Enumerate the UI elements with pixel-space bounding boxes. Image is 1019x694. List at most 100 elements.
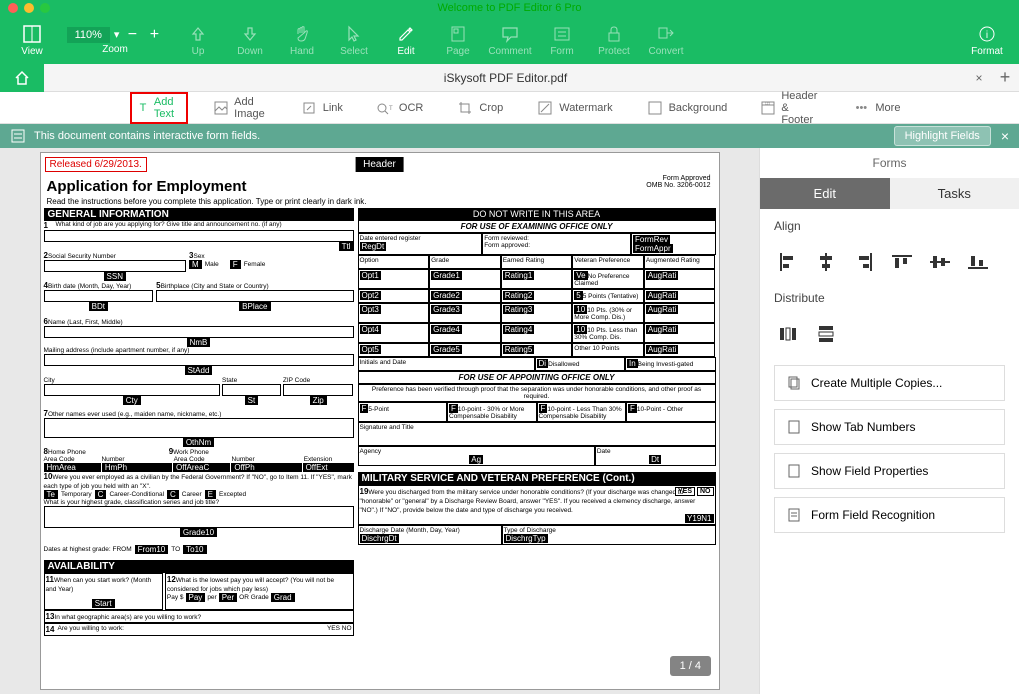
crop-icon <box>457 100 473 116</box>
document-icon <box>787 508 801 522</box>
add-text-button[interactable]: T Add Text <box>130 92 188 124</box>
crop-button[interactable]: Crop <box>449 96 511 120</box>
header-footer-button[interactable]: 123 Header & Footer <box>753 86 827 130</box>
hand-icon <box>292 24 312 44</box>
watermark-icon <box>537 100 553 116</box>
document-icon <box>787 420 801 434</box>
document-title: Application for Employment <box>47 178 713 195</box>
tag-formappr: FormAppr <box>633 244 673 253</box>
field-address[interactable] <box>44 354 354 366</box>
page-button[interactable]: Page <box>434 18 482 62</box>
field-city[interactable] <box>44 384 221 396</box>
close-window-button[interactable] <box>8 3 18 13</box>
tag-grad: Grad <box>271 593 295 602</box>
select-button[interactable]: Select <box>330 18 378 62</box>
field-state[interactable] <box>222 384 281 396</box>
document-viewport[interactable]: Released 6/29/2013. Header Form Approved… <box>0 148 759 694</box>
lock-icon <box>604 24 624 44</box>
highlight-fields-button[interactable]: Highlight Fields <box>894 126 991 146</box>
zoom-out-button[interactable]: − <box>123 26 141 44</box>
text-icon: T <box>138 100 148 116</box>
ocr-button[interactable]: T OCR <box>369 96 431 120</box>
tag-ag: Ag <box>469 455 483 464</box>
align-center-h-button[interactable] <box>812 251 840 273</box>
align-center-v-button[interactable] <box>926 251 954 273</box>
tag-nmb: NmB <box>187 338 211 347</box>
tag-formrev: FormRev <box>633 235 670 244</box>
tag-offareac: OffAreaC <box>173 463 230 472</box>
document-tab[interactable]: iSkysoft PDF Editor.pdf <box>44 71 967 85</box>
field-name[interactable] <box>44 326 354 338</box>
close-tab-button[interactable]: × <box>967 71 991 85</box>
watermark-button[interactable]: Watermark <box>529 96 620 120</box>
released-stamp: Released 6/29/2013. <box>45 157 147 172</box>
panel-tab-edit[interactable]: Edit <box>760 178 890 209</box>
more-button[interactable]: ••• More <box>845 96 908 120</box>
maximize-window-button[interactable] <box>40 3 50 13</box>
app-title: Welcome to PDF Editor 6 Pro <box>437 2 581 14</box>
action-list: Create Multiple Copies... Show Tab Numbe… <box>760 353 1019 545</box>
chevron-down-icon[interactable]: ▾ <box>114 28 120 41</box>
tag-dt: Dt <box>649 455 661 464</box>
form-button[interactable]: Form <box>538 18 586 62</box>
create-copies-button[interactable]: Create Multiple Copies... <box>774 365 1005 401</box>
zoom-control[interactable]: 110% ▾ − + Zoom <box>60 18 170 62</box>
distribute-v-button[interactable] <box>812 323 840 345</box>
tag-dischrgdt: DischrgDt <box>360 534 399 543</box>
more-icon: ••• <box>853 100 869 116</box>
link-button[interactable]: Link <box>293 96 351 120</box>
field-bplace[interactable] <box>156 290 353 302</box>
add-image-button[interactable]: Add Image <box>206 92 275 124</box>
tag-to10: To10 <box>183 545 206 554</box>
view-icon <box>22 24 42 44</box>
field-ssn[interactable] <box>44 260 187 272</box>
close-info-button[interactable]: × <box>1001 128 1009 144</box>
align-bottom-button[interactable] <box>964 251 992 273</box>
field-title[interactable] <box>44 230 354 242</box>
align-right-button[interactable] <box>850 251 878 273</box>
home-button[interactable] <box>0 64 44 92</box>
hand-button[interactable]: Hand <box>278 18 326 62</box>
protect-button[interactable]: Protect <box>590 18 638 62</box>
tag-ssn: SSN <box>104 272 126 281</box>
tag-offph: OffPh <box>231 463 301 472</box>
tag-pay: Pay <box>186 593 206 602</box>
form-approved: Form ApprovedOMB No. 3206-0012 <box>646 175 710 189</box>
distribute-h-button[interactable] <box>774 323 802 345</box>
field-othernames[interactable] <box>44 418 354 438</box>
format-button[interactable]: i Format <box>963 18 1011 62</box>
comment-button[interactable]: Comment <box>486 18 534 62</box>
tag-c1: C <box>95 490 107 499</box>
field-zip[interactable] <box>283 384 354 396</box>
tag-in: In <box>627 359 638 368</box>
field-grade[interactable] <box>44 506 354 528</box>
edit-toolbar: T Add Text Add Image Link T OCR Crop Wat… <box>0 92 1019 124</box>
align-left-button[interactable] <box>774 251 802 273</box>
minimize-window-button[interactable] <box>24 3 34 13</box>
header-field[interactable]: Header <box>355 157 404 172</box>
section-availability: AVAILABILITY <box>44 560 354 573</box>
down-button[interactable]: Down <box>226 18 274 62</box>
show-field-properties-button[interactable]: Show Field Properties <box>774 453 1005 489</box>
background-button[interactable]: Background <box>639 96 736 120</box>
section-do-not-write: DO NOT WRITE IN THIS AREA <box>358 208 716 220</box>
ribbon-toolbar: View 110% ▾ − + Zoom Up Down Hand Select… <box>0 16 1019 64</box>
new-tab-button[interactable]: + <box>991 67 1019 88</box>
panel-tab-tasks[interactable]: Tasks <box>890 178 1019 209</box>
convert-button[interactable]: Convert <box>642 18 690 62</box>
view-button[interactable]: View <box>8 18 56 62</box>
tag-opt1: Opt1 <box>360 271 381 280</box>
zoom-in-button[interactable]: + <box>145 26 163 44</box>
show-tab-numbers-button[interactable]: Show Tab Numbers <box>774 409 1005 445</box>
tag-f: F <box>230 260 241 269</box>
form-field-recognition-button[interactable]: Form Field Recognition <box>774 497 1005 533</box>
field-bdt[interactable] <box>44 290 154 302</box>
panel-title: Forms <box>760 148 1019 178</box>
edit-button[interactable]: Edit <box>382 18 430 62</box>
edit-icon <box>396 24 416 44</box>
zoom-select[interactable]: 110% <box>67 27 110 43</box>
section-military: MILITARY SERVICE AND VETERAN PREFERENCE … <box>358 472 716 485</box>
align-top-button[interactable] <box>888 251 916 273</box>
up-button[interactable]: Up <box>174 18 222 62</box>
up-arrow-icon <box>188 24 208 44</box>
